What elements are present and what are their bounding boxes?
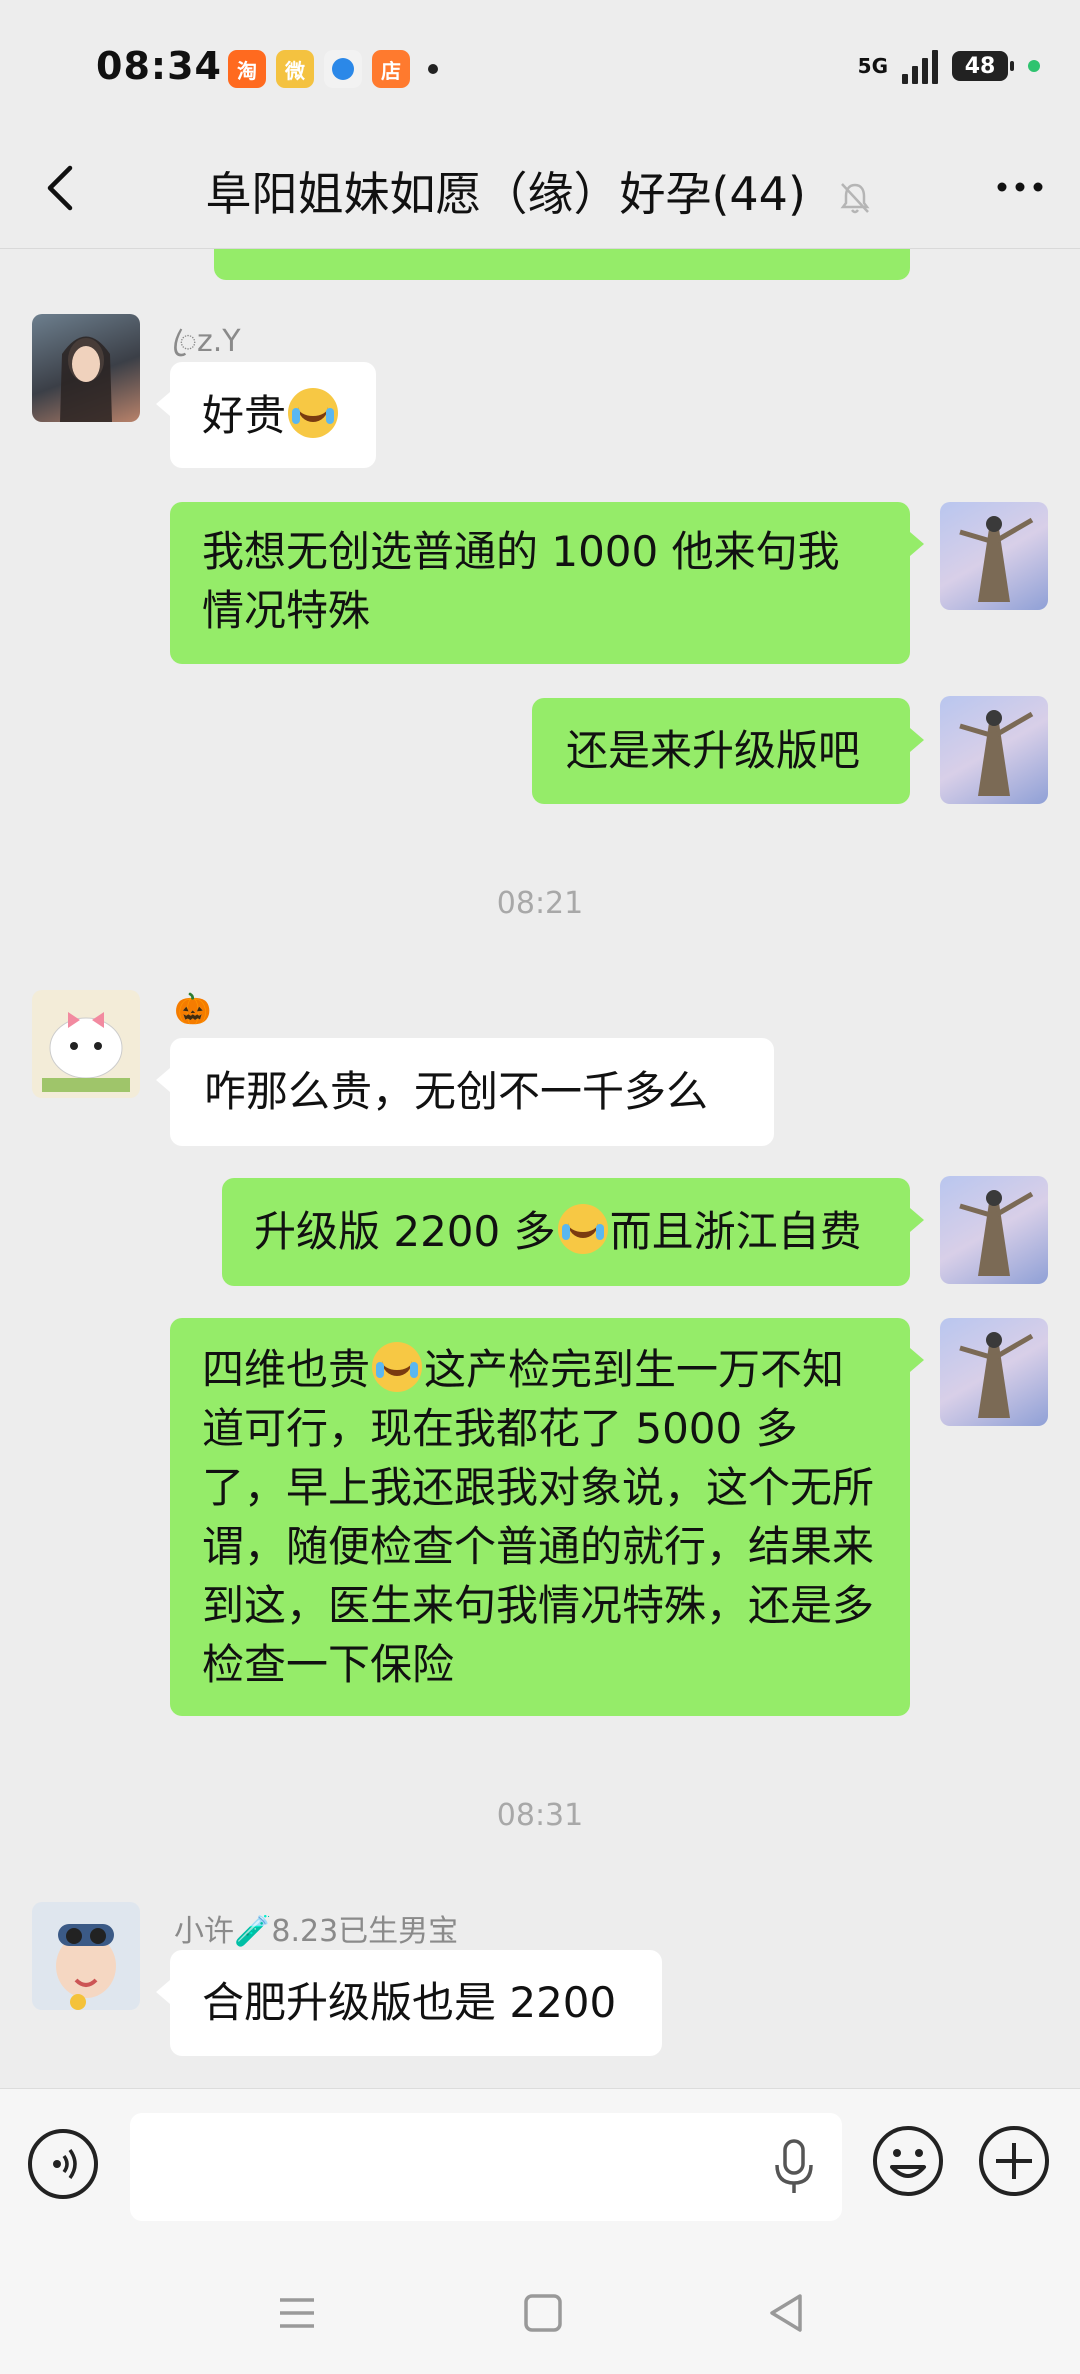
store-icon: 店 (372, 50, 410, 88)
home-nav-icon[interactable] (518, 2288, 568, 2338)
menu-nav-icon[interactable] (272, 2288, 322, 2338)
input-bar (0, 2088, 1080, 2249)
system-navigation-bar (0, 2248, 1080, 2374)
indicator-dot-icon (1028, 60, 1040, 72)
message-bubble[interactable]: 合肥升级版也是 2200 (156, 1950, 662, 2056)
sender-name: 小许🧪8.23已生男宝 (174, 1914, 459, 1949)
notification-icons: 淘 微 店 (228, 50, 438, 88)
browser-icon (324, 50, 362, 88)
tears-of-joy-emoji-icon (288, 388, 339, 438)
message-bubble[interactable]: 我想无创选普通的 1000 他来句我情况特殊 (170, 502, 924, 664)
chat-title-wrap: 阜阳姐妹如愿（缘）好孕(44) (0, 158, 1080, 224)
message-list[interactable]: ꦿz.Y 好贵 我想无创选普通的 1000 他来句我情况特殊 还是来升级版吧 0… (0, 248, 1080, 2088)
battery-level: 48 (964, 53, 996, 79)
mute-bell-icon (840, 182, 870, 213)
avatar-xiaoxu[interactable] (32, 1902, 140, 2010)
timestamp: 08:21 (496, 886, 584, 921)
more-notifications-icon (428, 64, 438, 74)
message-text: 我想无创选普通的 1000 他来句我情况特殊 (202, 527, 840, 635)
status-time: 08:34 (96, 44, 222, 88)
message-text-part1: 升级版 2200 多 (254, 1207, 556, 1256)
voice-toggle-button[interactable] (28, 2129, 98, 2199)
message-bubble-partial[interactable] (214, 248, 910, 280)
avatar-self[interactable] (940, 696, 1048, 804)
message-text-part2: 而且浙江自费 (609, 1207, 862, 1256)
avatar-self[interactable] (940, 502, 1048, 610)
message-bubble[interactable]: 还是来升级版吧 (532, 698, 924, 804)
message-text-part1: 四维也贵 (202, 1345, 371, 1394)
message-bubble[interactable]: 升级版 2200 多 而且浙江自费 (222, 1178, 924, 1286)
taobao-icon: 淘 (228, 50, 266, 88)
crying-laughing-emoji-icon (372, 1342, 423, 1392)
message-bubble[interactable]: 咋那么贵，无创不一千多么 (156, 1038, 774, 1146)
sender-name: 🎃 (174, 992, 212, 1027)
more-options-icon[interactable] (990, 162, 1050, 212)
message-text: 咋那么贵，无创不一千多么 (204, 1067, 709, 1116)
message-text: 合肥升级版也是 2200 (202, 1978, 617, 2027)
network-type: 5G (857, 54, 888, 78)
weibo-icon: 微 (276, 50, 314, 88)
voice-wave-icon (53, 2148, 77, 2180)
avatar-self[interactable] (940, 1318, 1048, 1426)
signal-icon (902, 48, 938, 84)
message-text-part2: 这产检完到生一万不知道可行，现在我都花了 5000 多了，早上我还跟我对象说，这… (202, 1345, 875, 1689)
timestamp: 08:31 (496, 1798, 584, 1833)
avatar-self[interactable] (940, 1176, 1048, 1284)
message-text: 好贵 (202, 391, 287, 440)
add-more-button-icon[interactable] (976, 2123, 1052, 2199)
avatar-zy[interactable] (32, 314, 140, 422)
back-nav-icon[interactable] (762, 2288, 812, 2338)
message-input[interactable] (130, 2113, 842, 2221)
chat-header: 阜阳姐妹如愿（缘）好孕(44) (0, 130, 1080, 249)
crying-laughing-emoji-icon (557, 1204, 608, 1254)
chat-title: 阜阳姐妹如愿（缘）好孕(44) (205, 167, 806, 221)
system-indicators: 5G 48 (858, 48, 1040, 84)
status-bar: 08:34 淘 微 店 5G 48 (0, 0, 1080, 130)
battery-icon: 48 (952, 51, 1014, 81)
message-text: 还是来升级版吧 (566, 726, 861, 775)
avatar-pumpkin[interactable] (32, 990, 140, 1098)
message-bubble[interactable]: 四维也贵 这产检完到生一万不知道可行，现在我都花了 5000 多了，早上我还跟我对… (170, 1318, 924, 1716)
emoji-button-icon[interactable] (870, 2123, 946, 2199)
microphone-icon[interactable] (768, 2137, 820, 2197)
message-bubble[interactable]: 好贵 (156, 362, 376, 468)
